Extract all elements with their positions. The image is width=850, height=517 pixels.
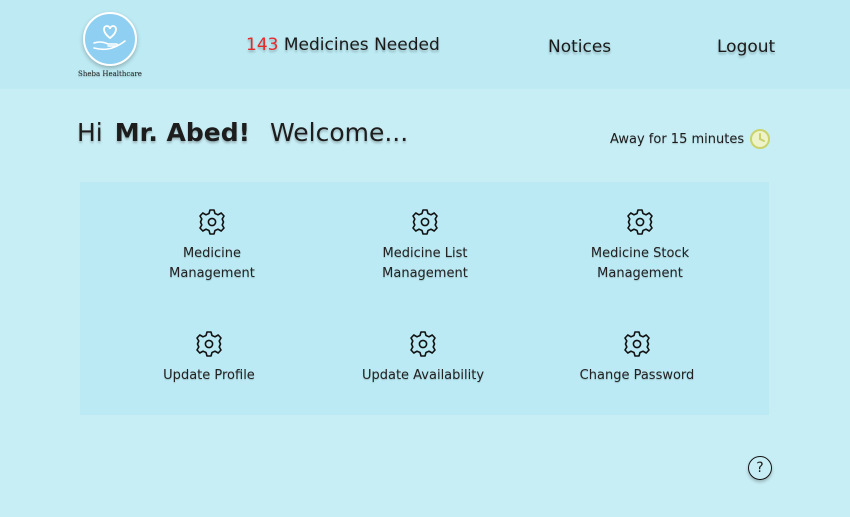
heart-in-hand-icon [83, 12, 137, 66]
gear-icon [627, 209, 653, 235]
medicines-needed-label: Medicines Needed [283, 35, 440, 55]
medicines-needed-count: 143 [246, 35, 279, 55]
greeting-welcome: Welcome... [270, 118, 409, 147]
help-icon[interactable]: ? [748, 456, 772, 480]
tile-medicine-management[interactable]: Medicine Management [132, 208, 292, 284]
tile-update-profile[interactable]: Update Profile [129, 330, 289, 386]
tile-update-availability[interactable]: Update Availability [343, 330, 503, 386]
away-status-text: Away for 15 minutes [610, 131, 745, 147]
tile-label: Update Profile [163, 368, 255, 383]
brand-logo[interactable]: Sheba Healthcare [76, 12, 144, 78]
medicines-needed-link[interactable]: 143 Medicines Needed [246, 35, 440, 55]
gear-icon [199, 209, 225, 235]
gear-icon [412, 209, 438, 235]
notices-link[interactable]: Notices [548, 37, 611, 57]
tile-change-password[interactable]: Change Password [557, 330, 717, 386]
gear-icon [624, 331, 650, 357]
tile-label: Medicine Stock Management [590, 246, 690, 281]
tile-medicine-list-management[interactable]: Medicine List Management [345, 208, 505, 284]
clock-icon [750, 129, 771, 149]
tile-medicine-stock-management[interactable]: Medicine Stock Management [560, 208, 720, 284]
tile-label: Change Password [579, 368, 695, 383]
away-status: Away for 15 minutes [610, 128, 771, 150]
greeting-hi: Hi [77, 118, 103, 147]
tile-label: Update Availability [361, 368, 485, 383]
brand-name: Sheba Healthcare [78, 70, 142, 78]
gear-icon [196, 331, 222, 357]
gear-icon [410, 331, 436, 357]
logout-link[interactable]: Logout [717, 37, 775, 57]
welcome-greeting: Hi Mr. Abed! Welcome... [77, 118, 408, 147]
tile-label: Medicine Management [169, 246, 255, 281]
management-panel: Medicine Management Medicine List Manage… [80, 182, 769, 415]
tile-label: Medicine List Management [382, 246, 468, 281]
user-name: Mr. Abed! [114, 118, 251, 147]
top-navigation-bar: Sheba Healthcare 143 Medicines Needed No… [0, 0, 850, 89]
